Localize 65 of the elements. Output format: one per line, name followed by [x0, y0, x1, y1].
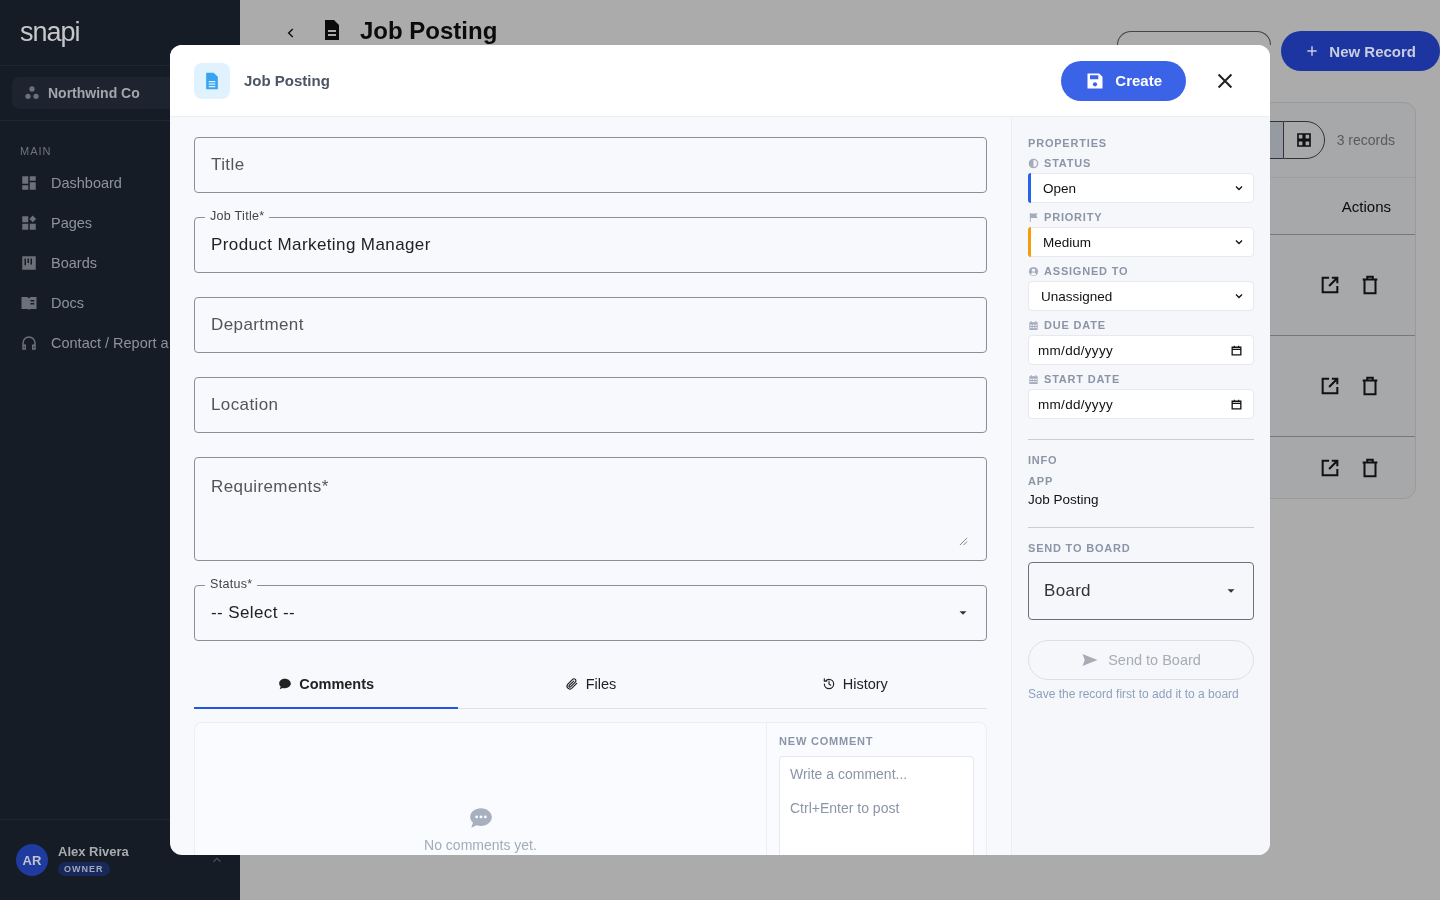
field-label: APP — [1028, 475, 1055, 487]
hint-text: Save the record first to add it to a board — [1028, 687, 1240, 701]
plus-icon — [1305, 44, 1320, 58]
section-heading: MAIN — [19, 144, 53, 159]
user-icon — [1028, 265, 1039, 277]
date-field[interactable]: mm/dd/yyyy — [1028, 335, 1254, 365]
field-label: ASSIGNED TO — [1044, 265, 1129, 277]
new-record-button[interactable]: New Record — [1281, 31, 1440, 71]
section-heading: INFO — [1028, 454, 1059, 466]
board-select[interactable]: Board — [1028, 562, 1254, 620]
nav-item[interactable]: Dashboard — [0, 163, 122, 203]
calendar-icon — [1028, 373, 1039, 385]
select-field[interactable]: Open — [1028, 173, 1254, 203]
tab[interactable]: Comments — [194, 661, 459, 709]
paperclip-icon — [564, 677, 579, 691]
field-label: DUE DATE — [1044, 319, 1106, 331]
section-heading: SEND TO BOARD — [1028, 542, 1132, 554]
modal-title: Job Posting — [244, 72, 331, 89]
field-label: STATUS — [1044, 157, 1092, 169]
chat-bubble-icon — [467, 805, 494, 831]
people-icon — [24, 85, 40, 101]
select-field[interactable]: Medium — [1028, 227, 1254, 257]
resize-handle-icon — [959, 537, 968, 546]
board-icon — [20, 254, 38, 272]
tab[interactable]: Files — [458, 661, 723, 709]
headset-icon — [20, 334, 38, 352]
speech-bubble-icon — [278, 677, 293, 691]
nav-item[interactable]: Boards — [0, 243, 97, 283]
field-value: Job Posting — [1028, 492, 1100, 507]
role-badge: OWNER — [58, 862, 110, 876]
field-label: PRIORITY — [1044, 211, 1103, 223]
tab[interactable]: History — [722, 661, 987, 709]
text-area[interactable]: Requirements* — [194, 457, 987, 561]
date-field[interactable]: mm/dd/yyyy — [1028, 389, 1254, 419]
select-field[interactable]: Unassigned — [1028, 281, 1254, 311]
field-label: START DATE — [1044, 373, 1121, 385]
user-avatar[interactable]: AR — [16, 844, 48, 876]
empty-message: No comments yet. — [424, 837, 537, 853]
workspace-selector[interactable]: Northwind Co — [12, 77, 170, 109]
text-field[interactable]: Title — [194, 137, 987, 193]
section-heading: NEW COMMENT — [779, 735, 875, 747]
pages-icon — [20, 214, 38, 232]
user-name: Alex Rivera — [58, 844, 130, 859]
dashboard-icon — [20, 174, 38, 192]
book-icon — [20, 294, 38, 312]
text-field[interactable]: Department — [194, 297, 987, 353]
edit-icon — [1319, 375, 1341, 397]
record-count: 3 records — [1336, 132, 1395, 148]
create-button[interactable]: Create — [1061, 60, 1186, 101]
history-icon — [821, 677, 836, 691]
calendar-icon — [1230, 397, 1243, 411]
grid-icon — [1294, 131, 1313, 149]
nav-item[interactable]: Pages — [0, 203, 93, 243]
section-heading: PROPERTIES — [1028, 137, 1108, 149]
edit-icon — [1319, 274, 1341, 296]
nav-item[interactable]: Contact / Report a — [0, 323, 169, 363]
text-field[interactable]: Location — [194, 377, 987, 433]
calendar-icon — [1230, 343, 1243, 357]
page-title: Job Posting — [360, 17, 498, 45]
hint-text: Ctrl+Enter to post — [790, 800, 900, 816]
nav-item[interactable]: Docs — [0, 283, 85, 323]
half-circle-icon — [1028, 157, 1039, 169]
calendar-icon — [1028, 319, 1039, 331]
logo[interactable]: snapi — [20, 17, 80, 48]
flag-icon — [1028, 211, 1039, 223]
